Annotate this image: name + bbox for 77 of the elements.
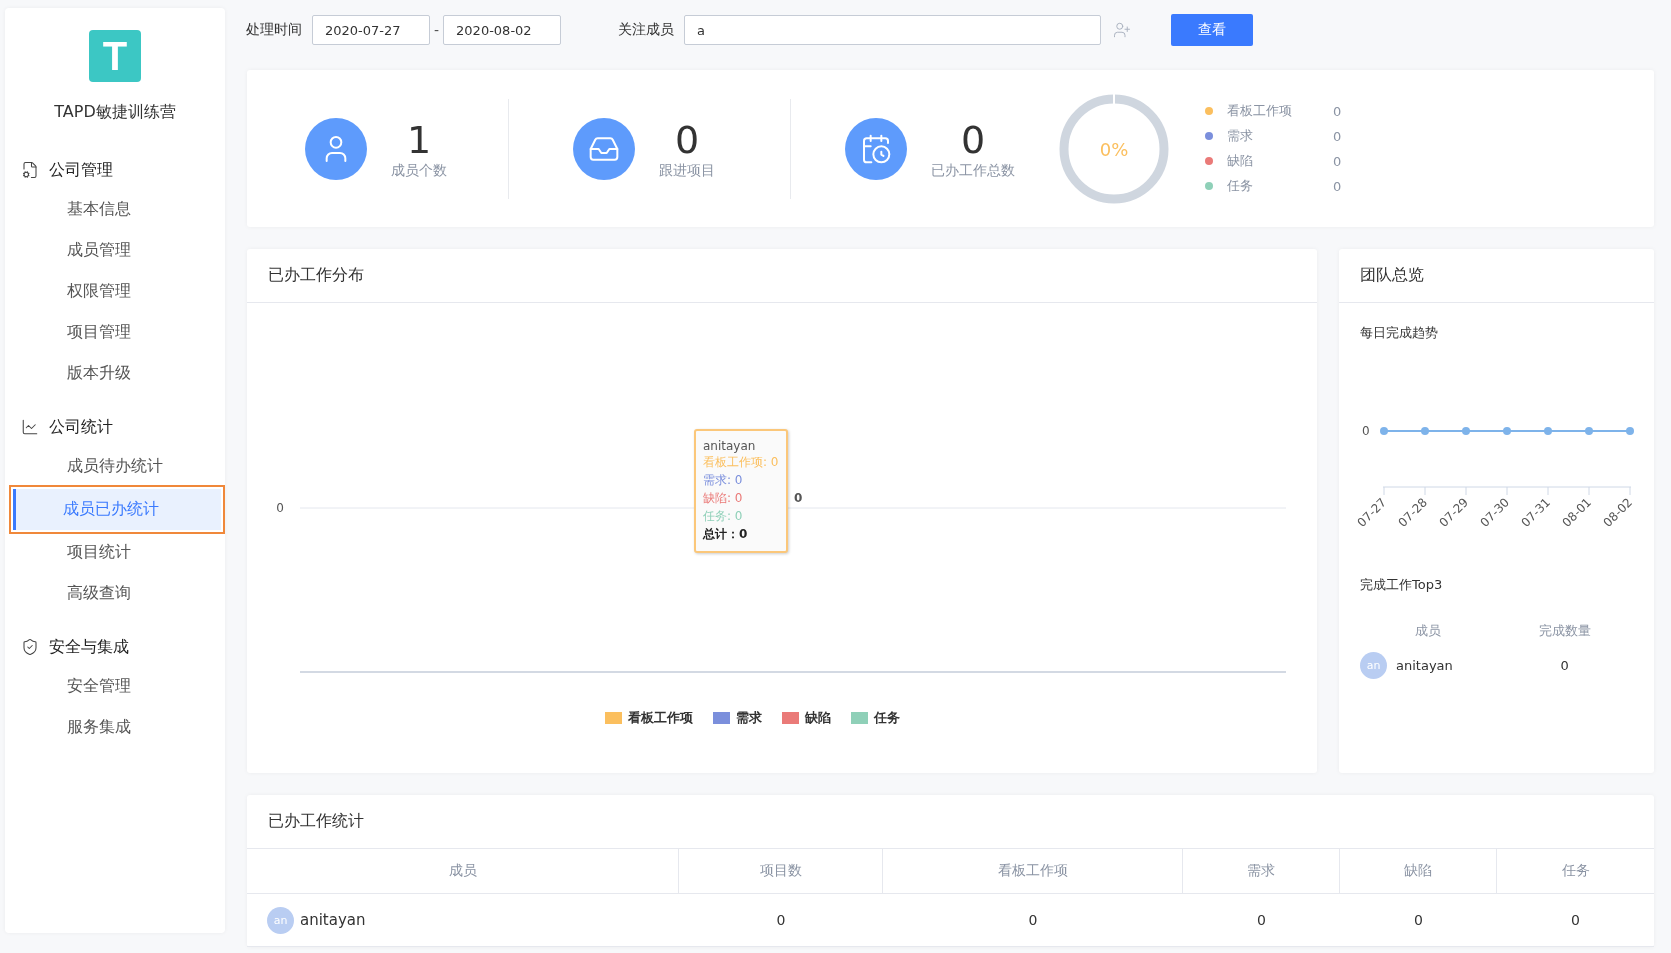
stat-label: 跟进项目 <box>659 161 715 180</box>
card-title: 已办工作分布 <box>268 265 364 286</box>
menu-item[interactable]: 成员管理 <box>5 230 225 271</box>
axis-label: 0 <box>1362 424 1370 438</box>
column-header: 缺陷 <box>1340 849 1497 894</box>
menu-item[interactable]: 服务集成 <box>5 707 225 748</box>
app-title: TAPD敏捷训练营 <box>53 102 177 123</box>
column-header: 成员 <box>247 849 679 894</box>
legend-label: 需求 <box>1227 127 1254 145</box>
ring-percent: 0% <box>1099 138 1129 159</box>
legend-label: 任务 <box>873 709 900 727</box>
start-date-field[interactable]: 2020-07-27 <box>312 15 430 45</box>
menu-item[interactable]: 成员待办统计 <box>5 446 225 487</box>
tooltip-line: 需求: 0 <box>703 472 744 489</box>
legend-label: 看板工作项 <box>1227 102 1293 120</box>
menu-item[interactable]: 高级查询 <box>5 573 225 614</box>
data-label: 0 <box>794 491 803 505</box>
legend-value: 0 <box>1333 128 1342 144</box>
stat-value: 1 <box>406 117 432 162</box>
column-header: 需求 <box>1183 849 1340 894</box>
document-gear-icon <box>21 161 39 179</box>
stat-label: 已办工作总数 <box>931 161 1015 180</box>
menu-item[interactable]: 安全管理 <box>5 666 225 707</box>
menu-item[interactable]: 项目统计 <box>5 532 225 573</box>
column-header: 任务 <box>1497 849 1654 894</box>
field-label: 关注成员 <box>618 21 675 39</box>
end-date-field[interactable]: 2020-08-02 <box>443 15 562 45</box>
tooltip-line: 任务: 0 <box>703 508 744 525</box>
legend-label: 看板工作项 <box>627 709 693 727</box>
view-button[interactable]: 查看 <box>1171 14 1254 46</box>
count-cell-text: 0 <box>1559 658 1570 673</box>
section-title: 每日完成趋势 <box>1359 324 1439 342</box>
legend-value: 0 <box>1333 178 1342 194</box>
tooltip-title: anitayan <box>703 439 757 453</box>
table-cell: 0 <box>1340 894 1497 947</box>
menu-item[interactable]: 基本信息 <box>5 189 225 230</box>
card-title: 已办工作统计 <box>268 811 364 832</box>
menu-item[interactable]: 版本升级 <box>5 353 225 394</box>
section-title: 完成工作Top3 <box>1359 576 1444 594</box>
card-title: 团队总览 <box>1360 265 1424 286</box>
logo: T <box>89 30 141 82</box>
column-header: 看板工作项 <box>883 849 1183 894</box>
legend-value: 0 <box>1333 103 1342 119</box>
legend-value: 0 <box>1333 153 1342 169</box>
field-label: 处理时间 <box>246 21 302 39</box>
tooltip-line: 看板工作项: 0 <box>703 454 779 471</box>
table-cell: 0 <box>1497 894 1654 947</box>
stat-label: 成员个数 <box>391 161 447 180</box>
tooltip-total: 总计：0 <box>703 526 749 543</box>
legend-label: 缺陷 <box>804 709 831 727</box>
member-name: anitayan <box>1396 658 1453 673</box>
menu-group-label: 公司管理 <box>49 159 113 181</box>
date-separator: - <box>434 22 440 38</box>
axis-label: 0 <box>276 501 284 515</box>
shield-icon <box>21 638 39 656</box>
table-cell: 0 <box>1183 894 1340 947</box>
table-cell: 0 <box>679 894 883 947</box>
column-header: 完成数量 <box>1537 622 1592 640</box>
avatar: an <box>1360 652 1387 679</box>
column-header: 成员 <box>1414 622 1443 640</box>
menu-item[interactable]: 权限管理 <box>5 271 225 312</box>
column-header: 项目数 <box>679 849 883 894</box>
line-chart-icon <box>21 418 39 436</box>
member-name: anitayan <box>300 911 366 929</box>
stat-value: 0 <box>674 117 700 162</box>
member-field[interactable]: a <box>684 15 1102 45</box>
legend-label: 任务 <box>1227 177 1254 195</box>
menu-group-label: 公司统计 <box>49 416 113 438</box>
add-user-icon[interactable] <box>1113 21 1132 39</box>
legend-label: 需求 <box>735 709 762 727</box>
table-cell: 0 <box>883 894 1183 947</box>
legend-label: 缺陷 <box>1227 152 1254 170</box>
menu-group-label: 安全与集成 <box>49 636 129 658</box>
tooltip-line: 缺陷: 0 <box>703 490 744 507</box>
menu-item[interactable]: 项目管理 <box>5 312 225 353</box>
avatar: an <box>267 906 294 934</box>
stat-value: 0 <box>960 117 986 162</box>
